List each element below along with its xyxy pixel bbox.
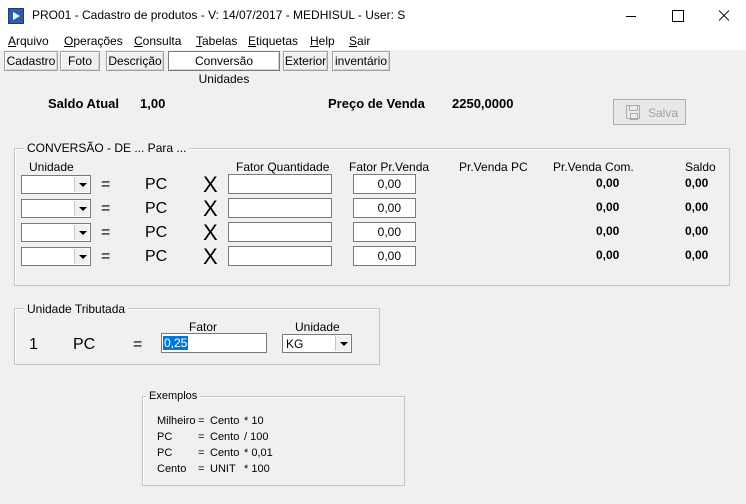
menu-consulta[interactable]: Consulta <box>134 34 181 48</box>
exemplo-a: PC <box>157 447 173 459</box>
equals-sign: = <box>101 176 111 193</box>
saldo-atual-label: Saldo Atual <box>48 96 120 111</box>
fator-input-value: 0,25 <box>163 336 189 350</box>
fator-prvenda-input[interactable]: 0,00 <box>353 222 416 242</box>
menu-etiquetas[interactable]: Etiquetas <box>248 34 298 48</box>
times-icon: X <box>203 196 218 221</box>
saldo-value: 0,00 <box>685 200 709 214</box>
chevron-down-icon[interactable] <box>335 336 350 351</box>
unidade-combo[interactable] <box>21 223 91 242</box>
minimize-icon[interactable] <box>608 0 654 32</box>
unidade-label: Unidade <box>295 320 340 334</box>
base-unit: PC <box>145 176 168 193</box>
times-icon: X <box>203 244 218 269</box>
base-unit: PC <box>145 224 168 241</box>
exemplo-eq: = <box>198 447 205 459</box>
exemplo-op: * 0,01 <box>244 447 273 459</box>
prvenda-com-value: 0,00 <box>596 248 620 262</box>
fator-prvenda-input[interactable]: 0,00 <box>353 198 416 218</box>
equals-sign: = <box>101 248 111 265</box>
unidade-tributada-title: Unidade Tributada <box>24 302 129 316</box>
exemplo-op: / 100 <box>244 431 269 443</box>
exemplo-op: * 100 <box>244 463 270 475</box>
chevron-down-icon[interactable] <box>74 201 89 216</box>
window-title: PRO01 - Cadastro de produtos - V: 14/07/… <box>32 8 406 22</box>
exemplo-eq: = <box>198 463 205 475</box>
saldo-value: 0,00 <box>685 224 709 238</box>
floppy-icon <box>626 105 640 120</box>
prvenda-com-value: 0,00 <box>596 200 620 214</box>
unidade-combo[interactable] <box>21 247 91 266</box>
unidade-combo[interactable] <box>21 175 91 194</box>
save-button[interactable]: Salva <box>613 99 686 125</box>
conversion-group-title: CONVERSÃO - DE ... Para ... <box>24 141 190 155</box>
tributada-qty: 1 <box>29 336 38 353</box>
equals-sign: = <box>101 224 111 241</box>
exemplo-a: PC <box>157 431 173 443</box>
saldo-atual-value: 1,00 <box>140 96 166 111</box>
fator-quantidade-input[interactable] <box>228 174 332 194</box>
fator-prvenda-input[interactable]: 0,00 <box>353 246 416 266</box>
close-icon[interactable] <box>700 0 746 32</box>
col-saldo: Saldo <box>685 160 716 174</box>
col-fator-prvenda: Fator Pr.Venda <box>349 160 430 174</box>
tab-exterior[interactable]: Exterior <box>283 51 328 71</box>
exemplo-a: Cento <box>157 463 187 475</box>
col-prvenda-com: Pr.Venda Com. <box>553 160 634 174</box>
tab-cadastro[interactable]: Cadastro <box>4 51 58 71</box>
exemplos-title: Exemplos <box>146 390 201 402</box>
menu-arquivo[interactable]: Arquivo <box>8 34 49 48</box>
exemplo-eq: = <box>198 415 205 427</box>
title-bar: PRO01 - Cadastro de produtos - V: 14/07/… <box>0 0 746 32</box>
fator-quantidade-input[interactable] <box>228 198 332 218</box>
tab-bar: Cadastro Foto Descrição Conversão Unidad… <box>0 50 746 86</box>
preco-venda-value: 2250,0000 <box>452 96 514 111</box>
exemplo-b: Cento <box>210 431 240 443</box>
menu-operacoes[interactable]: Operações <box>64 34 123 48</box>
fator-prvenda-input[interactable]: 0,00 <box>353 174 416 194</box>
chevron-down-icon[interactable] <box>74 225 89 240</box>
menu-bar: Arquivo Operações Consulta Tabelas Etiqu… <box>0 32 746 50</box>
exemplo-b: Cento <box>210 447 240 459</box>
fator-label: Fator <box>189 320 218 334</box>
times-icon: X <box>203 220 218 245</box>
exemplo-b: UNIT <box>210 463 236 475</box>
exemplo-b: Cento <box>210 415 240 427</box>
prvenda-com-value: 0,00 <box>596 224 620 238</box>
exemplo-eq: = <box>198 431 205 443</box>
exemplo-a: Milheiro <box>157 415 196 427</box>
tributada-unit: PC <box>73 336 96 353</box>
app-icon <box>8 8 24 24</box>
tab-descricao[interactable]: Descrição <box>106 51 164 71</box>
fator-input[interactable]: 0,25 <box>161 333 267 353</box>
tab-inventario[interactable]: inventário <box>332 51 390 71</box>
maximize-icon[interactable] <box>654 0 700 32</box>
fator-quantidade-input[interactable] <box>228 246 332 266</box>
exemplo-op: * 10 <box>244 415 264 427</box>
chevron-down-icon[interactable] <box>74 177 89 192</box>
fator-quantidade-input[interactable] <box>228 222 332 242</box>
save-button-label: Salva <box>648 106 679 120</box>
times-icon: X <box>203 172 218 197</box>
menu-tabelas[interactable]: Tabelas <box>196 34 237 48</box>
col-unidade: Unidade <box>29 160 74 174</box>
prvenda-com-value: 0,00 <box>596 176 620 190</box>
tributada-equals: = <box>133 336 143 353</box>
tab-conversao-unidades[interactable]: Conversão Unidades <box>168 51 280 86</box>
col-fator-quantidade: Fator Quantidade <box>236 160 330 174</box>
col-prvenda-pc: Pr.Venda PC <box>459 160 528 174</box>
base-unit: PC <box>145 200 168 217</box>
saldo-value: 0,00 <box>685 176 709 190</box>
saldo-value: 0,00 <box>685 248 709 262</box>
equals-sign: = <box>101 200 111 217</box>
unidade-tributada-combo[interactable]: KG <box>282 334 352 353</box>
tab-foto[interactable]: Foto <box>60 51 100 71</box>
unidade-combo[interactable] <box>21 199 91 218</box>
base-unit: PC <box>145 248 168 265</box>
chevron-down-icon[interactable] <box>74 249 89 264</box>
menu-sair[interactable]: Sair <box>349 34 370 48</box>
menu-help[interactable]: Help <box>310 34 335 48</box>
preco-venda-label: Preço de Venda <box>328 96 425 111</box>
